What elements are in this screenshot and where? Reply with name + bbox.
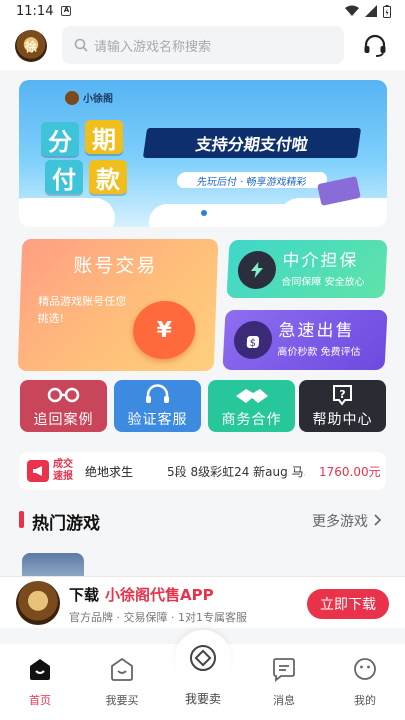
tab-label: 我要买	[105, 694, 139, 707]
search-input[interactable]: 请输入游戏名称搜索	[62, 26, 344, 64]
cloud-decoration	[149, 204, 299, 227]
tab-label: 消息	[273, 694, 295, 707]
notification-icon: A	[61, 6, 72, 16]
quick-link-verify[interactable]: 验证客服	[114, 380, 201, 432]
status-time: 11:14	[16, 3, 54, 19]
banner-char: 付	[45, 160, 83, 194]
quick-link-label: 商务合作	[221, 412, 282, 428]
fast-sell-title: 急速出售	[277, 321, 355, 341]
banner-headline: 支持分期支付啦	[142, 128, 362, 158]
svg-text:$: $	[249, 338, 256, 349]
ticker-detail: 5段 8级彩虹24 新aug 马...	[167, 464, 305, 479]
money-bag-icon: ¥	[132, 301, 197, 359]
quick-link-cases[interactable]: 追回案例	[20, 380, 107, 432]
handshake-icon	[236, 389, 268, 403]
promo-title-app: 小徐阁代售APP	[105, 586, 214, 604]
profile-icon	[354, 658, 376, 680]
shopping-bag-icon	[111, 657, 133, 681]
escrow-icon	[236, 251, 277, 289]
app-logo[interactable]: 徐	[15, 30, 47, 62]
banner-brand-text: 小徐阁	[83, 94, 113, 105]
more-games-label: 更多游戏	[312, 514, 368, 530]
tab-label: 首页	[29, 694, 51, 707]
tab-home[interactable]: 首页	[5, 656, 75, 708]
deal-ticker[interactable]: 成交速报 绝地求生 5段 8级彩虹24 新aug 马... 1760.00元	[19, 452, 386, 490]
escrow-title: 中介担保	[281, 251, 359, 271]
search-placeholder: 请输入游戏名称搜索	[94, 39, 212, 55]
account-trade-card[interactable]: 账号交易 精品游戏账号任您挑选! ¥	[17, 239, 219, 371]
carousel-indicator[interactable]	[201, 210, 207, 216]
megaphone-glyph	[33, 466, 42, 476]
quick-link-business[interactable]: 商务合作	[208, 380, 295, 432]
tab-message[interactable]: 消息	[249, 656, 319, 708]
help-icon: ?	[333, 385, 352, 406]
sell-icon	[190, 645, 216, 671]
handcuffs-icon	[47, 387, 80, 403]
banner-char: 款	[89, 160, 127, 194]
cloud-decoration	[19, 198, 115, 227]
quick-link-label: 帮助中心	[312, 412, 373, 428]
promo-logo	[16, 581, 60, 625]
search-icon	[74, 38, 88, 52]
banner-subline: 先玩后付 · 畅享游戏精彩	[175, 172, 329, 188]
promo-desc: 官方品牌 · 交易保障 · 1对1专属客服	[69, 611, 247, 624]
hot-games-header: 热门游戏 更多游戏	[0, 500, 405, 540]
tab-sell[interactable]: 我要卖	[168, 630, 238, 707]
promo-title: 下载 小徐阁代售APP	[69, 584, 214, 605]
top-header: 徐 请输入游戏名称搜索	[0, 22, 405, 70]
tab-label: 我要卖	[184, 692, 221, 706]
ticker-price: 1760.00元	[319, 464, 381, 479]
headset-icon	[146, 384, 169, 403]
message-icon	[273, 658, 295, 682]
battery-icon	[383, 4, 391, 18]
fast-sell-icon: $	[233, 321, 273, 359]
customer-service-icon[interactable]	[362, 33, 388, 59]
signal-icon	[365, 5, 377, 17]
banner-char: 分	[41, 122, 79, 156]
dollar-bag-icon: $	[246, 336, 260, 349]
section-marker	[19, 511, 24, 528]
logo-text: 徐	[24, 39, 37, 54]
svg-text:?: ?	[339, 388, 345, 401]
download-promo: 下载 小徐阁代售APP 官方品牌 · 交易保障 · 1对1专属客服 立即下载	[0, 576, 405, 628]
brand-logo-icon	[65, 90, 79, 105]
home-icon	[30, 659, 50, 680]
tab-buy[interactable]: 我要买	[87, 656, 157, 708]
money-bag-glyph: ¥	[156, 317, 173, 343]
chevron-right-icon	[374, 514, 382, 526]
tab-label: 我的	[354, 694, 376, 707]
quick-link-help[interactable]: ? 帮助中心	[299, 380, 386, 432]
escrow-desc: 合同保障 安全放心	[281, 277, 365, 288]
download-button[interactable]: 立即下载	[307, 589, 389, 619]
escrow-card[interactable]: 中介担保 合同保障 安全放心	[226, 240, 388, 298]
wifi-icon	[345, 5, 359, 16]
status-bar: 11:14 A	[0, 0, 405, 22]
quick-link-label: 验证客服	[127, 412, 188, 428]
quick-link-label: 追回案例	[33, 412, 94, 428]
banner-char: 期	[85, 120, 123, 154]
trade-title: 账号交易	[72, 255, 158, 277]
megaphone-icon	[27, 460, 49, 482]
sell-button-circle	[175, 630, 231, 686]
tab-profile[interactable]: 我的	[330, 656, 400, 708]
ticker-game: 绝地求生	[85, 464, 134, 479]
promo-banner[interactable]: 小徐阁 分 期 付 款 支持分期支付啦 先玩后付 · 畅享游戏精彩	[19, 80, 387, 227]
promo-title-prefix: 下载	[69, 586, 100, 604]
fast-sell-card[interactable]: $ 急速出售 高价秒款 免费评估	[222, 310, 388, 370]
hot-games-title: 热门游戏	[32, 514, 100, 534]
lightning-icon	[250, 262, 264, 278]
more-games-link[interactable]: 更多游戏	[312, 511, 382, 531]
ticker-badge: 成交速报	[53, 459, 73, 482]
trade-desc: 精品游戏账号任您挑选!	[37, 295, 127, 325]
banner-brand: 小徐阁	[65, 90, 113, 105]
fast-sell-desc: 高价秒款 免费评估	[277, 347, 361, 358]
